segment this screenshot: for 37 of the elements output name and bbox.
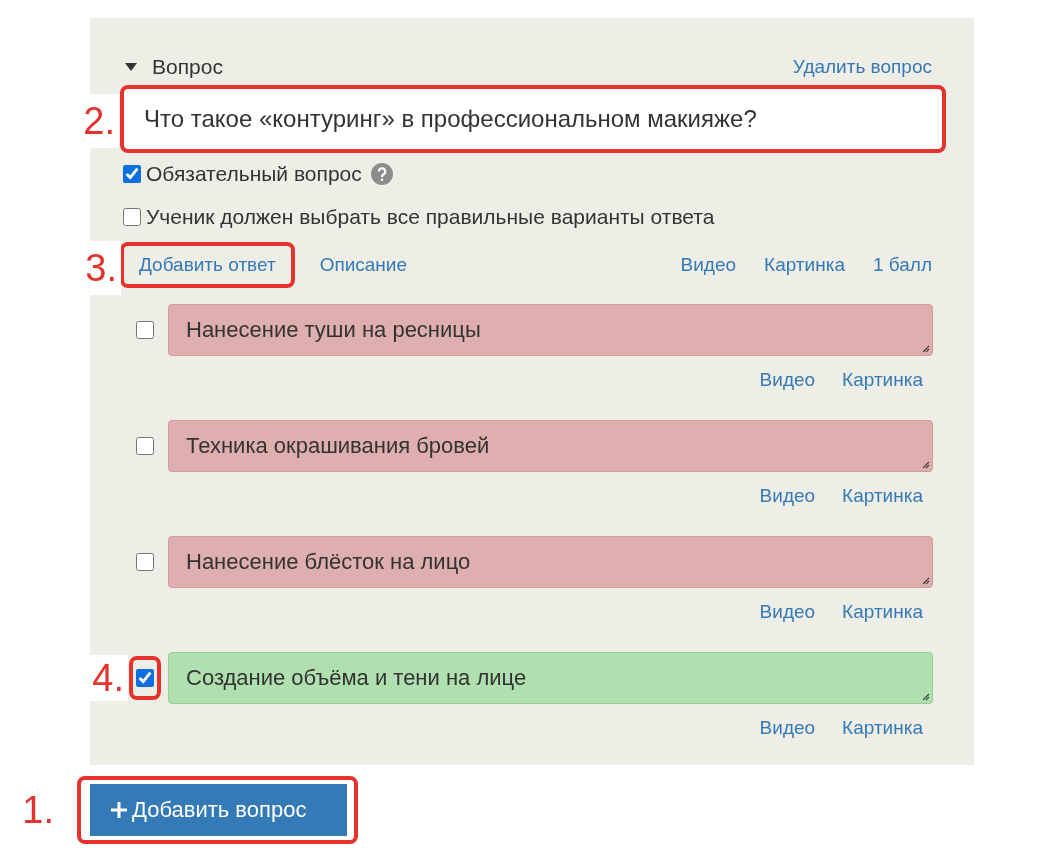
video-link[interactable]: Видео bbox=[759, 485, 816, 507]
picture-link[interactable]: Картинка bbox=[842, 369, 923, 391]
picture-link[interactable]: Картинка bbox=[764, 254, 845, 276]
option-label: Обязательный вопрос bbox=[146, 161, 362, 186]
resize-handle-icon[interactable] bbox=[920, 343, 930, 353]
help-icon[interactable] bbox=[370, 162, 393, 185]
correct-checkbox[interactable] bbox=[136, 321, 154, 339]
resize-handle-icon[interactable] bbox=[920, 691, 930, 701]
add-answer-link[interactable]: Добавить ответ bbox=[123, 245, 292, 285]
delete-question-link[interactable]: Удалить вопрос bbox=[792, 56, 932, 78]
picture-link[interactable]: Картинка bbox=[842, 717, 923, 739]
video-link[interactable]: Видео bbox=[759, 369, 816, 391]
question-field[interactable]: Что такое «контуринг» в профессиональном макияже? bbox=[123, 88, 943, 150]
section-title: Вопрос bbox=[152, 55, 223, 79]
description-link[interactable]: Описание bbox=[319, 254, 408, 276]
video-link[interactable]: Видео bbox=[759, 601, 816, 623]
answer-field[interactable]: Создание объёма и тени на лице bbox=[168, 652, 933, 704]
answer-field[interactable]: Нанесение туши на ресницы bbox=[168, 304, 933, 356]
annotation-number: 4. bbox=[88, 655, 128, 701]
option-label: Ученик должен выбрать все правильные варианты ответа bbox=[146, 204, 715, 229]
plus-icon bbox=[110, 801, 128, 819]
answer-field[interactable]: Нанесение блёсток на лицо bbox=[168, 536, 933, 588]
caret-down-icon[interactable] bbox=[125, 63, 137, 71]
answer-field[interactable]: Техника окрашивания бровей bbox=[168, 420, 933, 472]
picture-link[interactable]: Картинка bbox=[842, 485, 923, 507]
points-link[interactable]: 1 балл bbox=[872, 254, 932, 276]
correct-checkbox[interactable] bbox=[136, 553, 154, 571]
video-link[interactable]: Видео bbox=[759, 717, 816, 739]
resize-handle-icon[interactable] bbox=[920, 459, 930, 469]
resize-handle-icon[interactable] bbox=[920, 575, 930, 585]
video-link[interactable]: Видео bbox=[680, 254, 737, 276]
option-checkbox[interactable] bbox=[123, 164, 141, 183]
option-checkbox[interactable] bbox=[123, 207, 141, 226]
correct-checkbox[interactable] bbox=[136, 437, 154, 455]
picture-link[interactable]: Картинка bbox=[842, 601, 923, 623]
correct-checkbox[interactable] bbox=[136, 669, 154, 687]
add-question-button[interactable]: Добавить вопрос bbox=[90, 784, 347, 836]
